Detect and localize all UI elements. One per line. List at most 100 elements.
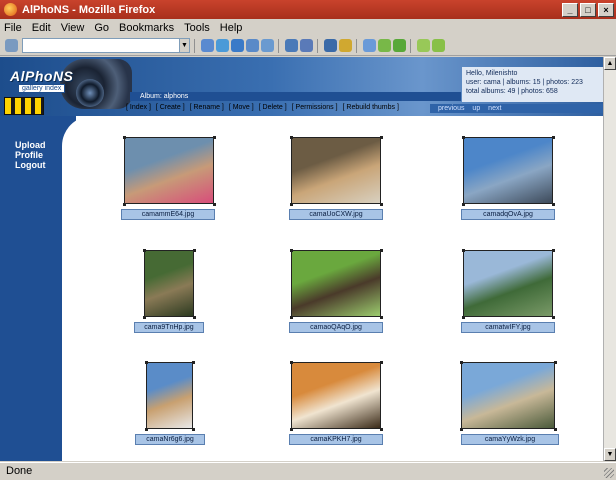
menu-view[interactable]: View [61, 22, 85, 34]
search-icon[interactable] [216, 39, 229, 52]
thumbnail-corner-handle [290, 249, 293, 252]
photo-thumbnail[interactable] [145, 361, 195, 431]
site-logo[interactable]: AlPhoNS [10, 68, 73, 84]
thumbnail-corner-handle [213, 203, 216, 206]
thumbnail-corner-handle [145, 361, 148, 364]
cmd-rebuild-thumbs[interactable]: [ Rebuild thumbs ] [343, 104, 399, 111]
cmd-create[interactable]: [ Create ] [156, 104, 185, 111]
mail-icon[interactable] [201, 39, 214, 52]
sidebar-logout-link[interactable]: Logout [15, 160, 46, 170]
photo-thumbnail[interactable] [460, 361, 557, 431]
menu-tools[interactable]: Tools [184, 22, 210, 34]
print-icon[interactable] [246, 39, 259, 52]
firefox-icon [4, 3, 17, 16]
check-icon[interactable] [417, 39, 430, 52]
thumbnail-corner-handle [380, 361, 383, 364]
pager-up[interactable]: up [472, 105, 480, 112]
thumbnail-corner-handle [380, 428, 383, 431]
album-title-bar: Album: alphons [130, 92, 461, 101]
bookmark-icon[interactable] [261, 39, 274, 52]
history-icon[interactable] [300, 39, 313, 52]
menu-help[interactable]: Help [220, 22, 243, 34]
menu-bookmarks[interactable]: Bookmarks [119, 22, 174, 34]
thumbnail-corner-handle [143, 316, 146, 319]
thumbnail-corner-handle [290, 361, 293, 364]
pager-previous[interactable]: previous [438, 105, 464, 112]
photo-filename-link[interactable]: cama9TnHp.jpg [134, 322, 204, 333]
thumbnail-corner-handle [145, 428, 148, 431]
thumbnail-corner-handle [552, 316, 555, 319]
thumbnail-corner-handle [462, 203, 465, 206]
url-dropdown-button[interactable]: ▼ [180, 38, 190, 53]
thumbnail-corner-handle [552, 136, 555, 139]
menu-bar: File Edit View Go Bookmarks Tools Help [0, 19, 616, 36]
thumbnail-corner-handle [460, 361, 463, 364]
thumbnail-corner-handle [123, 136, 126, 139]
photo-thumbnail[interactable] [143, 249, 196, 319]
cmd-delete[interactable]: [ Delete ] [259, 104, 287, 111]
window-title: AlPhoNS - Mozilla Firefox [22, 3, 156, 16]
thumbnail-corner-handle [123, 203, 126, 206]
camera-lens-graphic [76, 79, 104, 107]
thumbnail-corner-handle [462, 136, 465, 139]
photo-filename-link[interactable]: camaoQAqO.jpg [289, 322, 383, 333]
minimize-button[interactable]: _ [562, 2, 578, 17]
thumbnail-corner-handle [290, 136, 293, 139]
pager-nav: previous up next [430, 104, 603, 113]
cmd-rename[interactable]: [ Rename ] [190, 104, 224, 111]
photo-thumbnail[interactable] [290, 136, 383, 206]
thumbnail-corner-handle [143, 249, 146, 252]
thumbnail-corner-handle [462, 249, 465, 252]
thumbnail-corner-handle [380, 136, 383, 139]
maximize-button[interactable]: □ [580, 2, 596, 17]
scroll-down-arrow[interactable]: ▼ [604, 448, 616, 461]
thumbnail-corner-handle [552, 203, 555, 206]
photo-filename-link[interactable]: camaYyWzk.jpg [461, 434, 559, 445]
thumbnail-corner-handle [193, 249, 196, 252]
photo-filename-link[interactable]: camaNr6g6.jpg [135, 434, 205, 445]
gallery-index-link[interactable]: gallery index [18, 84, 66, 93]
thumbnail-corner-handle [213, 136, 216, 139]
photo-thumbnail[interactable] [290, 361, 383, 431]
cmd-permissions[interactable]: [ Permissions ] [292, 104, 338, 111]
site-identity-icon[interactable] [5, 39, 18, 52]
sidebar-upload-link[interactable]: Upload [15, 140, 46, 150]
scroll-up-arrow[interactable]: ▲ [604, 57, 616, 70]
menu-file[interactable]: File [4, 22, 22, 34]
user-info-panel: Hello, Milenishto user: cama | albums: 1… [462, 67, 603, 102]
status-bar: Done [0, 462, 616, 480]
photo-filename-link[interactable]: camatwIFY.jpg [461, 322, 555, 333]
photo-filename-link[interactable]: camaUoCXW.jpg [289, 209, 383, 220]
tools-icon[interactable] [339, 39, 352, 52]
thumbnail-corner-handle [460, 428, 463, 431]
photo-filename-link[interactable]: camadqOvA.jpg [461, 209, 555, 220]
photo-thumbnail[interactable] [123, 136, 216, 206]
vertical-scrollbar[interactable]: ▲ ▼ [603, 57, 616, 461]
thumbnail-corner-handle [554, 361, 557, 364]
photo-thumbnail[interactable] [462, 249, 555, 319]
pager-next[interactable]: next [488, 105, 501, 112]
back-icon[interactable] [378, 39, 391, 52]
sidebar-profile-link[interactable]: Profile [15, 150, 43, 160]
photo-thumbnail[interactable] [462, 136, 555, 206]
close-button[interactable]: × [598, 2, 614, 17]
globe-icon[interactable] [231, 39, 244, 52]
thumbnail-corner-handle [193, 316, 196, 319]
sidebar-icon[interactable] [324, 39, 337, 52]
cmd-index[interactable]: [ Index ] [126, 104, 151, 111]
menu-go[interactable]: Go [94, 22, 109, 34]
photo-filename-link[interactable]: camaKPKH7.jpg [289, 434, 383, 445]
cmd-move[interactable]: [ Move ] [229, 104, 254, 111]
photo-filename-link[interactable]: camammE64.jpg [121, 209, 215, 220]
home-icon[interactable] [285, 39, 298, 52]
photo-thumbnail[interactable] [290, 249, 383, 319]
url-input[interactable] [22, 38, 180, 53]
rewind-icon[interactable] [363, 39, 376, 52]
thumbnail-corner-handle [554, 428, 557, 431]
resize-grip[interactable] [604, 468, 614, 478]
forward-icon[interactable] [393, 39, 406, 52]
validate-icon[interactable] [432, 39, 445, 52]
menu-edit[interactable]: Edit [32, 22, 51, 34]
thumbnail-corner-handle [552, 249, 555, 252]
status-text: Done [6, 465, 33, 477]
